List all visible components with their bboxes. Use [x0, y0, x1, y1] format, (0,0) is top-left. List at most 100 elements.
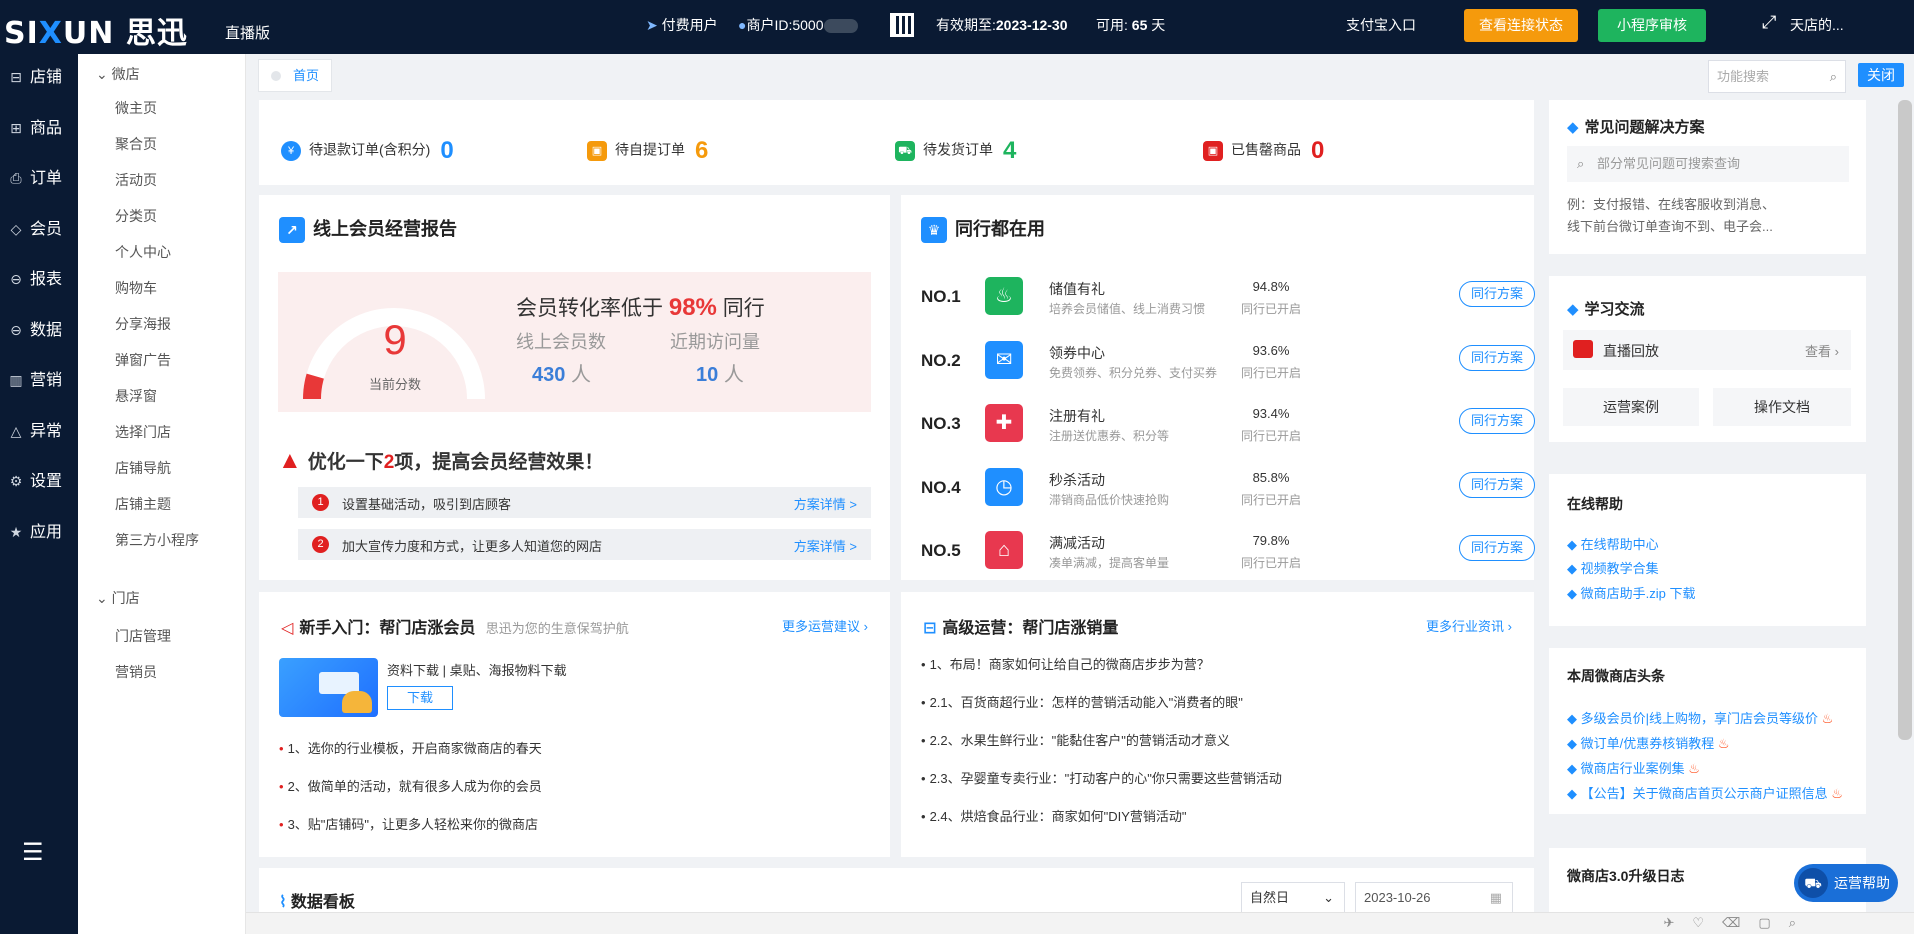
operation-help-button[interactable]: ⛟ 运营帮助	[1794, 864, 1898, 902]
feature-desc: 注册送优惠券、积分等	[1049, 429, 1170, 443]
search-icon: ⌕	[1577, 156, 1585, 171]
subnav-item[interactable]: 悬浮窗	[115, 386, 157, 406]
fullscreen-icon[interactable]: ⤢	[1762, 12, 1776, 33]
subnav-item[interactable]: 微主页	[115, 98, 157, 118]
sidebar-item-6[interactable]: ⊖ 数据	[0, 305, 78, 356]
peers-title: ♛ 同行都在用	[921, 215, 1045, 244]
period-select[interactable]: 自然日 ⌄	[1241, 882, 1345, 914]
subnav-item[interactable]: 弹窗广告	[115, 350, 171, 370]
date-picker[interactable]: 2023-10-26 ▦	[1355, 882, 1513, 914]
stat-pending-pickup[interactable]: ▣ 待自提订单 6	[587, 137, 708, 165]
advanced-article-2[interactable]: • 2.1、百货商超行业：怎样的营销活动能入"消费者的眼"	[921, 692, 1243, 711]
more-operation-tips-link[interactable]: 更多运营建议 ›	[782, 616, 868, 635]
subnav-item[interactable]: 个人中心	[115, 242, 171, 262]
changelog-title: 微商店3.0升级日志	[1567, 868, 1685, 884]
assistant-download-link[interactable]: ◆ 微商店助手.zip 下载	[1567, 583, 1695, 602]
peer-plan-button[interactable]: 同行方案	[1459, 344, 1535, 371]
peer-row: NO.5 ⌂ 满减活动 凑单满减，提高客单量 79.8% 同行已开启 同行方案	[921, 527, 1535, 577]
feature-name: 领券中心	[1049, 344, 1105, 361]
merchant-id: ●商户ID:5000	[738, 15, 858, 35]
warning-icon: △	[10, 422, 22, 439]
alipay-entry-link[interactable]: 支付宝入口	[1346, 15, 1416, 35]
page-scrollbar[interactable]	[1898, 100, 1912, 740]
sidebar-item-8[interactable]: △ 异常	[0, 406, 78, 457]
peer-row: NO.4 ◷ 秒杀活动 滞销商品低价快速抢购 85.8% 同行已开启 同行方案	[921, 464, 1535, 514]
subnav-item[interactable]: 第三方小程序	[115, 530, 199, 550]
stat-sold-out[interactable]: ▣ 已售罄商品 0	[1203, 137, 1324, 165]
headline-4[interactable]: ◆ 【公告】关于微商店首页公示商户证照信息 ♨	[1567, 783, 1843, 802]
advanced-article-4[interactable]: • 2.3、孕婴童专卖行业："打动客户的心"你只需要这些营销活动	[921, 768, 1282, 787]
headlines-title: 本周微商店头条	[1567, 668, 1665, 684]
sidebar-item-2[interactable]: ⊞ 商品	[0, 103, 78, 154]
adoption-label: 同行已开启	[1240, 365, 1301, 380]
headline-1[interactable]: ◆ 多级会员价|线上购物，享门店会员等级价 ♨	[1567, 708, 1833, 727]
sidebar-item-label: 店铺	[30, 69, 63, 86]
check-connection-button[interactable]: 查看连接状态	[1464, 9, 1578, 42]
feature-name: 秒杀活动	[1049, 471, 1105, 488]
subnav-group-store[interactable]: ⌄ 门店	[96, 588, 140, 608]
paper-plane-icon: ➤	[646, 17, 658, 33]
miniapp-review-button[interactable]: 小程序审核	[1598, 9, 1706, 42]
sixun-logo: SIXUN 思迅	[4, 16, 188, 51]
close-button[interactable]: 关闭	[1858, 63, 1904, 87]
subnav-item[interactable]: 营销员	[115, 662, 157, 682]
subnav-item[interactable]: 活动页	[115, 170, 157, 190]
function-search-input[interactable]: 功能搜索 ⌕	[1708, 60, 1846, 93]
headline-2[interactable]: ◆ 微订单/优惠券核销教程 ♨	[1567, 733, 1730, 752]
toolbar-icons[interactable]: ✈♡⌫▢⌕	[1664, 915, 1815, 931]
operation-docs-button[interactable]: 操作文档	[1713, 388, 1851, 426]
feature-desc: 滞销商品低价快速抢购	[1049, 492, 1170, 507]
newbie-tip-1[interactable]: • 1、选你的行业模板，开启商家微商店的春天	[279, 738, 542, 757]
feature-icon: ✉	[985, 340, 1023, 379]
advanced-article-5[interactable]: • 2.4、烘焙食品行业：商家如何"DIY营销活动"	[921, 806, 1187, 825]
operation-cases-button[interactable]: 运营案例	[1563, 388, 1699, 426]
order-icon: ⎙	[10, 170, 22, 186]
adoption-percent: 94.8%	[1252, 279, 1290, 294]
sidebar-item-4[interactable]: ◇ 会员	[0, 204, 78, 255]
sidebar-item-10[interactable]: ★ 应用	[0, 507, 78, 558]
subnav-item[interactable]: 聚合页	[115, 134, 157, 154]
feature-icon: ✚	[985, 404, 1023, 442]
adoption-label: 同行已开启	[1240, 302, 1301, 316]
qr-code-icon[interactable]	[890, 13, 914, 37]
view-replay-link[interactable]: 查看 ›	[1805, 341, 1839, 360]
sidebar-item-3[interactable]: ⎙ 订单	[0, 153, 78, 204]
newbie-tip-3[interactable]: • 3、贴"店铺码"，让更多人轻松来你的微商店	[279, 814, 538, 833]
video-tutorials-link[interactable]: ◆ 视频教学合集	[1567, 558, 1659, 577]
task-1-detail-link[interactable]: 方案详情 >	[794, 494, 857, 513]
report-title: ↗ 线上会员经营报告	[279, 215, 457, 244]
subnav-item[interactable]: 店铺导航	[115, 458, 171, 478]
subnav-item[interactable]: 门店管理	[115, 626, 171, 646]
sidebar-item-7[interactable]: ▥ 营销	[0, 355, 78, 406]
headline-3[interactable]: ◆ 微商店行业案例集 ♨	[1567, 758, 1700, 777]
live-replay-row[interactable]: 直播回放 查看 ›	[1563, 330, 1851, 370]
newbie-tip-2[interactable]: • 2、做简单的活动，就有很多人成为你的会员	[279, 776, 542, 795]
sidebar-item-9[interactable]: ⚙ 设置	[0, 456, 78, 507]
store-name-menu[interactable]: 天店的...	[1790, 15, 1844, 35]
advanced-article-1[interactable]: • 1、布局！商家如何让给自己的微商店步步为营？	[921, 654, 1210, 673]
stat-pending-refund[interactable]: ¥ 待退款订单(含积分) 0	[281, 137, 454, 165]
peer-plan-button[interactable]: 同行方案	[1459, 535, 1535, 561]
subnav-item[interactable]: 分享海报	[115, 314, 171, 334]
subnav-item[interactable]: 分类页	[115, 206, 157, 226]
sidebar-item-1[interactable]: ⊟ 店铺	[0, 52, 78, 103]
basket-icon: ⊟	[923, 620, 937, 637]
peer-plan-button[interactable]: 同行方案	[1459, 281, 1535, 307]
faq-search-input[interactable]: ⌕ 部分常见问题可搜索查询	[1567, 146, 1849, 182]
subnav-group-weidian[interactable]: ⌄ 微店	[96, 64, 140, 84]
peer-plan-button[interactable]: 同行方案	[1459, 408, 1535, 434]
advanced-article-3[interactable]: • 2.2、水果生鲜行业："能黏住客户"的营销活动才意义	[921, 730, 1230, 749]
stat-pending-shipment[interactable]: ⛟ 待发货订单 4	[895, 137, 1016, 165]
sidebar-item-5[interactable]: ⊖ 报表	[0, 254, 78, 305]
collapse-menu-icon[interactable]: ☰	[22, 838, 44, 867]
subnav-item[interactable]: 购物车	[115, 278, 157, 298]
visits-count: 10 人	[696, 364, 744, 386]
subnav-item[interactable]: 店铺主题	[115, 494, 171, 514]
download-button[interactable]: 下载	[387, 686, 453, 710]
task-2-detail-link[interactable]: 方案详情 >	[794, 536, 857, 555]
help-center-link[interactable]: ◆ 在线帮助中心	[1567, 534, 1659, 553]
tab-home[interactable]: 首页	[258, 59, 332, 92]
peer-plan-button[interactable]: 同行方案	[1459, 471, 1535, 498]
subnav-item[interactable]: 选择门店	[115, 422, 171, 442]
more-industry-news-link[interactable]: 更多行业资讯 ›	[1426, 616, 1512, 635]
